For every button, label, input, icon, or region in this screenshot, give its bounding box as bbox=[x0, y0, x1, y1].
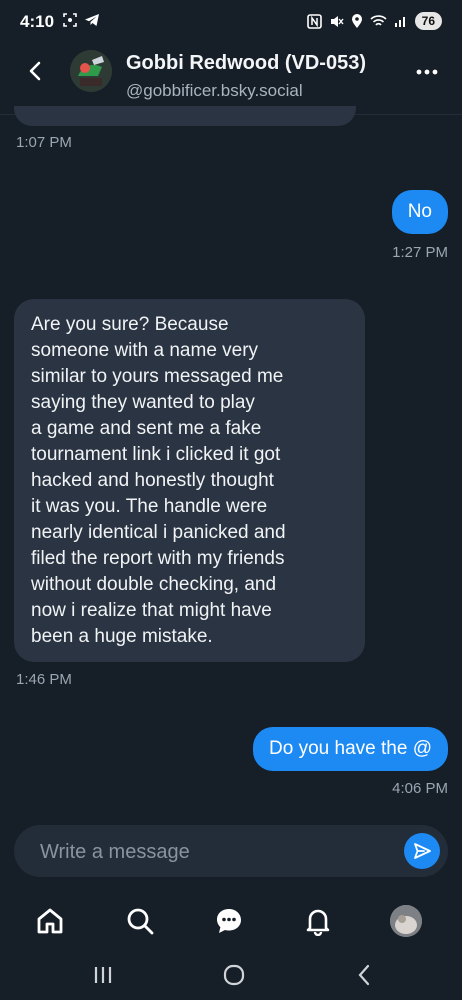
message-line: similar to yours messaged me bbox=[31, 366, 284, 387]
nfc-icon bbox=[306, 13, 322, 29]
system-back-button[interactable] bbox=[349, 960, 379, 990]
location-icon bbox=[351, 13, 362, 28]
message-line: been a huge mistake. bbox=[31, 626, 213, 647]
message-bubble-incoming[interactable]: Are you sure? Because someone with a nam… bbox=[14, 299, 365, 662]
message-bubble-outgoing[interactable]: No bbox=[391, 190, 448, 234]
tab-search[interactable] bbox=[122, 903, 158, 939]
bell-icon bbox=[306, 909, 330, 936]
message-line: someone with a name very bbox=[31, 340, 259, 361]
home-icon bbox=[37, 908, 63, 934]
profile-avatar-image bbox=[390, 905, 422, 937]
message-line: saying they wanted to play bbox=[31, 392, 255, 413]
message-line: it was you. The handle were bbox=[31, 496, 268, 517]
tab-home[interactable] bbox=[32, 903, 68, 939]
tab-profile[interactable] bbox=[388, 903, 424, 939]
tab-chat[interactable] bbox=[211, 903, 247, 939]
message-line: filed the report with my friends bbox=[31, 548, 285, 569]
chevron-left-icon bbox=[29, 61, 41, 81]
message-line: Are you sure? Because bbox=[31, 314, 229, 335]
home-circle-icon bbox=[223, 964, 245, 986]
message-timestamp: 1:27 PM bbox=[392, 244, 448, 261]
tab-notifications[interactable] bbox=[300, 903, 336, 939]
message-bubble-outgoing[interactable]: Do you have the @ bbox=[253, 727, 448, 771]
status-right-icons: 76 bbox=[306, 12, 442, 30]
contact-name: Gobbi Redwood (VD-053) bbox=[126, 52, 366, 74]
send-icon bbox=[414, 843, 431, 859]
screenshot-icon bbox=[63, 13, 77, 27]
contact-handle: @gobbificer.bsky.social bbox=[126, 81, 303, 100]
contact-avatar-image bbox=[70, 50, 112, 92]
system-navigation-bar bbox=[0, 950, 462, 1000]
message-line: now i realize that might have bbox=[31, 600, 272, 621]
back-button[interactable] bbox=[20, 56, 50, 86]
status-bar: 4:10 76 bbox=[0, 0, 462, 44]
message-line: nearly identical i panicked and bbox=[31, 522, 286, 543]
conversation-header: Gobbi Redwood (VD-053) @gobbificer.bsky.… bbox=[0, 44, 462, 115]
send-button[interactable] bbox=[404, 833, 440, 869]
message-line: tournament link i clicked it got bbox=[31, 444, 281, 465]
message-timestamp: 1:46 PM bbox=[16, 671, 72, 688]
wifi-icon bbox=[370, 15, 387, 26]
message-timestamp: 1:07 PM bbox=[16, 134, 72, 151]
status-time: 4:10 bbox=[20, 12, 55, 31]
chat-screen: 4:10 76 Gobbi Redwood (VD-053) @gobbific… bbox=[0, 0, 462, 1000]
signal-icon bbox=[394, 17, 405, 27]
message-bubble-incoming-partial[interactable] bbox=[14, 106, 356, 126]
chat-icon bbox=[217, 909, 241, 933]
message-input[interactable] bbox=[38, 825, 382, 879]
search-icon bbox=[127, 908, 154, 935]
back-chevron-icon bbox=[358, 964, 370, 986]
mute-icon bbox=[330, 15, 344, 27]
recents-icon bbox=[94, 967, 112, 983]
message-line: without double checking, and bbox=[31, 574, 277, 595]
profile-avatar bbox=[390, 905, 422, 937]
contact-avatar[interactable] bbox=[70, 50, 112, 92]
telegram-icon bbox=[85, 14, 99, 26]
message-composer bbox=[14, 825, 448, 879]
recents-button[interactable] bbox=[88, 960, 118, 990]
message-timestamp: 4:06 PM bbox=[392, 780, 448, 797]
message-line: hacked and honestly thought bbox=[31, 470, 274, 491]
more-dots-icon bbox=[416, 69, 438, 75]
message-line: a game and sent me a fake bbox=[31, 418, 262, 439]
bottom-tab-bar bbox=[0, 893, 462, 949]
more-options-button[interactable] bbox=[414, 62, 440, 82]
battery-indicator: 76 bbox=[414, 12, 442, 30]
status-left-icons bbox=[62, 12, 100, 28]
home-button[interactable] bbox=[219, 960, 249, 990]
